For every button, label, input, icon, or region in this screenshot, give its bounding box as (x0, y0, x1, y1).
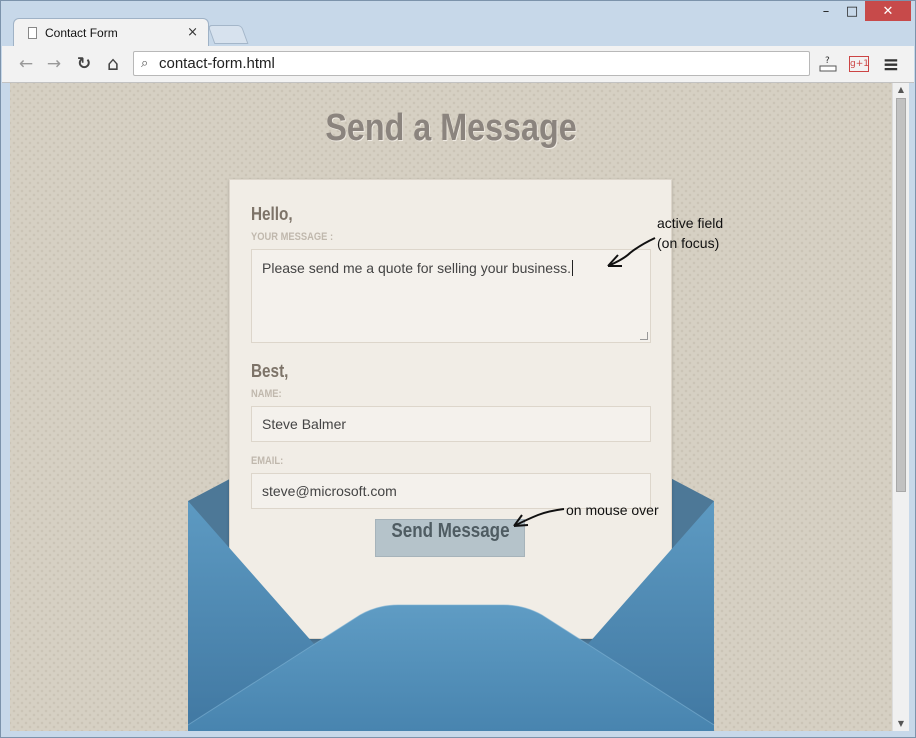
page-icon (28, 27, 37, 39)
tab-contact-form[interactable]: Contact Form × (13, 18, 209, 46)
browser-toolbar: ← → ↻ ⌂ ⌕ contact-form.html ? g+1 ≡ (2, 46, 914, 83)
page-viewport: Send a Message Hello, YOUR MESSAGE : Ple… (10, 83, 892, 731)
tab-title: Contact Form (45, 26, 118, 40)
annotation-hover: on mouse over (566, 502, 659, 518)
scroll-down-icon[interactable]: ▼ (893, 717, 909, 731)
tab-close-icon[interactable]: × (187, 25, 198, 40)
scroll-up-icon[interactable]: ▲ (893, 83, 909, 97)
extension-badge: g+1 (849, 56, 869, 72)
help-glyph: ? (825, 56, 830, 66)
browser-window: – □ ✕ Contact Form × ← → ↻ ⌂ ⌕ contact-f… (0, 0, 916, 738)
menu-icon[interactable]: ≡ (880, 52, 902, 76)
window-controls: – □ ✕ (813, 1, 911, 21)
best-label: Best, (251, 361, 289, 381)
annotation-arrow-icon (513, 508, 565, 527)
forward-icon[interactable]: → (44, 54, 64, 74)
message-text: Please send me a quote for selling your … (262, 260, 571, 276)
name-label: NAME: (251, 388, 282, 400)
email-label: EMAIL: (251, 455, 284, 467)
name-field[interactable]: Steve Balmer (251, 406, 651, 442)
reload-icon[interactable]: ↻ (74, 54, 94, 74)
address-text: contact-form.html (159, 55, 275, 72)
message-textarea[interactable]: Please send me a quote for selling your … (251, 249, 651, 343)
page-title: Send a Message (325, 107, 577, 149)
help-icon[interactable]: ? (817, 53, 839, 75)
google-plus-icon[interactable]: g+1 (848, 53, 870, 75)
vertical-scrollbar[interactable]: ▲ ▼ (892, 83, 909, 731)
annotation-active-field-2: (on focus) (657, 235, 720, 251)
text-cursor: ​ (571, 260, 573, 276)
annotation-arrow-icon (607, 237, 656, 267)
message-label: YOUR MESSAGE : (251, 231, 334, 243)
scrollbar-thumb[interactable] (896, 98, 906, 492)
home-icon[interactable]: ⌂ (103, 54, 123, 74)
back-icon[interactable]: ← (16, 54, 36, 74)
annotation-active-field-1: active field (657, 215, 724, 231)
new-tab-button[interactable] (207, 25, 249, 44)
close-icon[interactable]: ✕ (865, 1, 911, 21)
search-icon: ⌕ (141, 56, 149, 71)
address-bar[interactable]: ⌕ contact-form.html (133, 51, 810, 76)
resize-grip-icon[interactable] (640, 332, 648, 340)
minimize-icon[interactable]: – (813, 1, 839, 21)
hello-label: Hello, (251, 204, 293, 224)
maximize-icon[interactable]: □ (839, 1, 865, 21)
envelope-front (188, 501, 714, 731)
